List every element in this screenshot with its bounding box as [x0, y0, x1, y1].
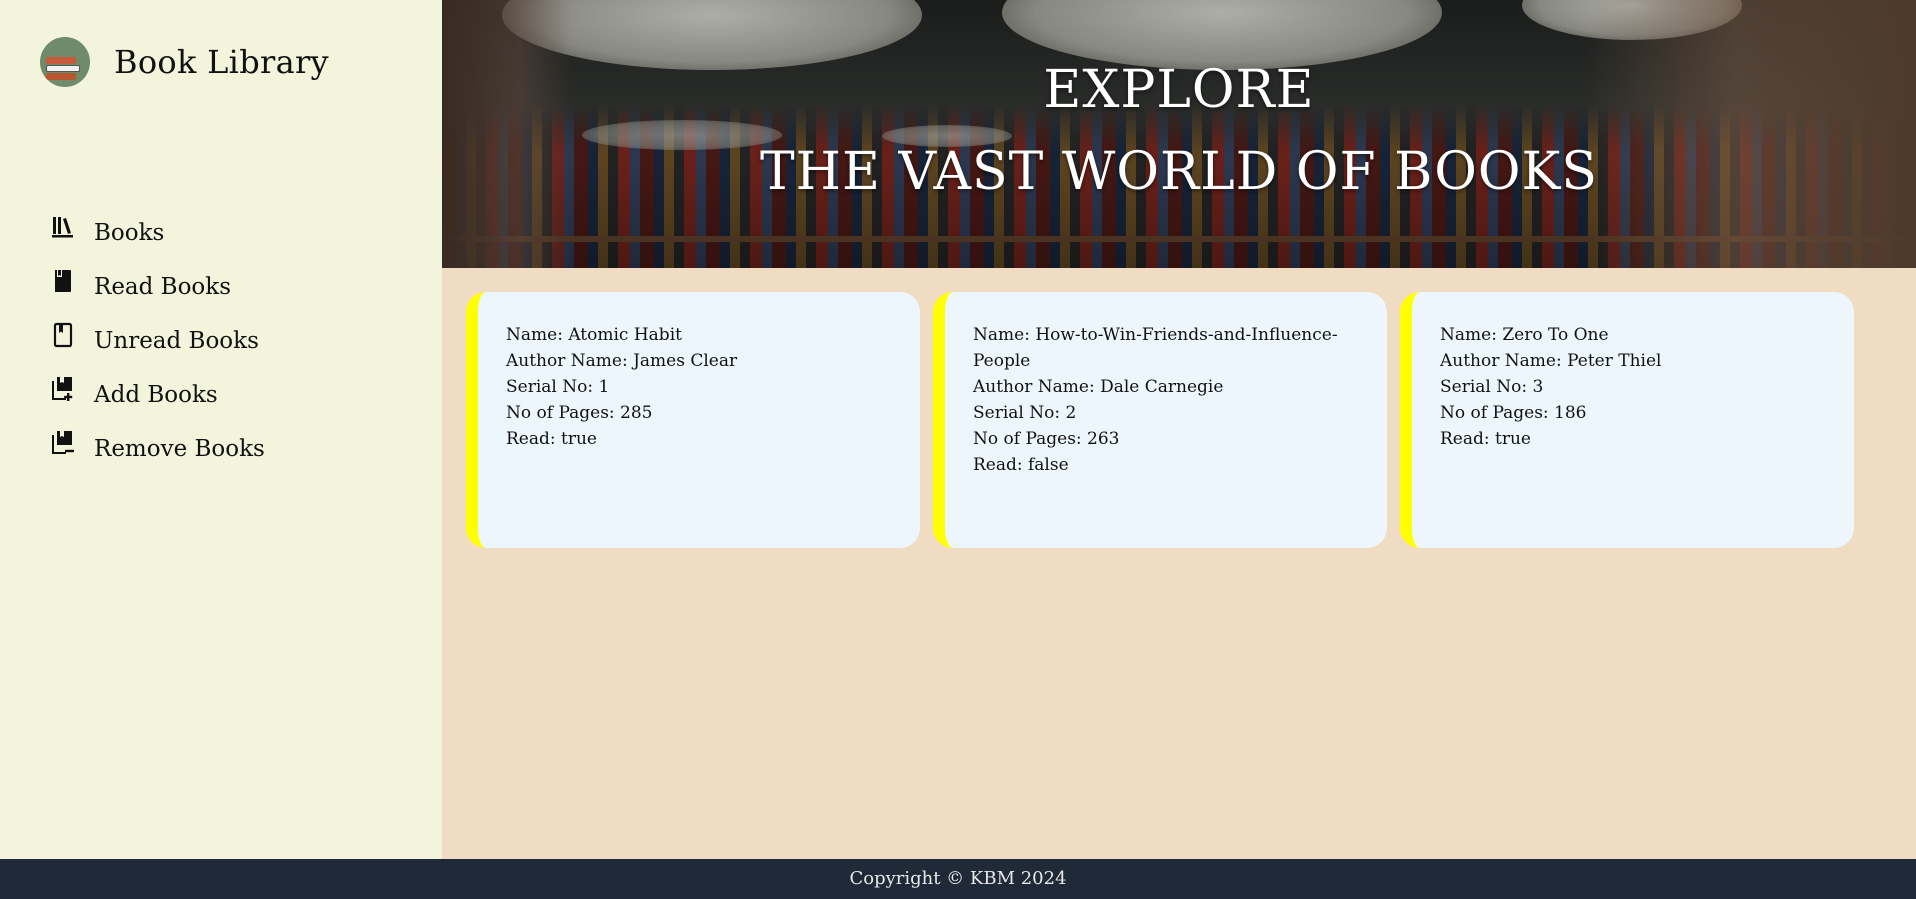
hero-title-line2: THE VAST WORLD OF BOOKS: [759, 142, 1599, 202]
sidebar-item-remove-books[interactable]: Remove Books: [50, 422, 265, 476]
book-serial: Serial No: 1: [506, 377, 610, 397]
book-read-status: Read: false: [973, 455, 1069, 475]
book-pages: No of Pages: 263: [973, 429, 1120, 449]
library-icon: [50, 214, 76, 240]
sidebar: Book Library Books Read Books Unread Boo…: [0, 0, 442, 859]
book-author: Author Name: Peter Thiel: [1440, 351, 1662, 371]
book-card[interactable]: Name: How-to-Win-Friends-and-Influence-P…: [933, 292, 1387, 548]
book-author: Author Name: Dale Carnegie: [973, 377, 1224, 397]
sidebar-item-unread-books[interactable]: Unread Books: [50, 314, 265, 368]
book-author: Author Name: James Clear: [506, 351, 738, 371]
hero-banner: EXPLORE THE VAST WORLD OF BOOKS: [442, 0, 1916, 268]
sidebar-item-read-books[interactable]: Read Books: [50, 260, 265, 314]
book-serial: Serial No: 3: [1440, 377, 1544, 397]
book-outline-icon: [50, 322, 76, 348]
book-cards: Name: Atomic Habit Author Name: James Cl…: [466, 292, 1867, 548]
book-card[interactable]: Name: Atomic Habit Author Name: James Cl…: [466, 292, 920, 548]
book-filled-icon: [50, 268, 76, 294]
books-stack-icon: [40, 37, 90, 87]
book-add-icon: [50, 376, 76, 402]
book-read-status: Read: true: [1440, 429, 1531, 449]
book-card[interactable]: Name: Zero To One Author Name: Peter Thi…: [1400, 292, 1854, 548]
brand-title: Book Library: [114, 43, 329, 81]
book-read-status: Read: true: [506, 429, 597, 449]
sidebar-item-label: Read Books: [94, 274, 232, 300]
hero-title-line1: EXPLORE: [1043, 60, 1315, 120]
book-name: Name: Atomic Habit: [506, 325, 682, 345]
footer: Copyright © KBM 2024: [0, 859, 1916, 899]
sidebar-item-label: Remove Books: [94, 436, 265, 462]
book-name: Name: How-to-Win-Friends-and-Influence-P…: [973, 325, 1338, 371]
book-pages: No of Pages: 285: [506, 403, 653, 423]
sidebar-item-add-books[interactable]: Add Books: [50, 368, 265, 422]
main-content: EXPLORE THE VAST WORLD OF BOOKS Name: At…: [442, 0, 1916, 859]
sidebar-item-label: Books: [94, 220, 165, 246]
sidebar-item-label: Unread Books: [94, 328, 259, 354]
sidebar-item-books[interactable]: Books: [50, 206, 265, 260]
book-name: Name: Zero To One: [1440, 325, 1609, 345]
copyright-text: Copyright © KBM 2024: [849, 868, 1067, 889]
book-serial: Serial No: 2: [973, 403, 1077, 423]
sidebar-nav: Books Read Books Unread Books Add Books …: [50, 206, 265, 476]
app: Book Library Books Read Books Unread Boo…: [0, 0, 1916, 899]
book-pages: No of Pages: 186: [1440, 403, 1587, 423]
sidebar-item-label: Add Books: [94, 382, 218, 408]
book-remove-icon: [50, 430, 76, 456]
brand[interactable]: Book Library: [40, 37, 329, 87]
